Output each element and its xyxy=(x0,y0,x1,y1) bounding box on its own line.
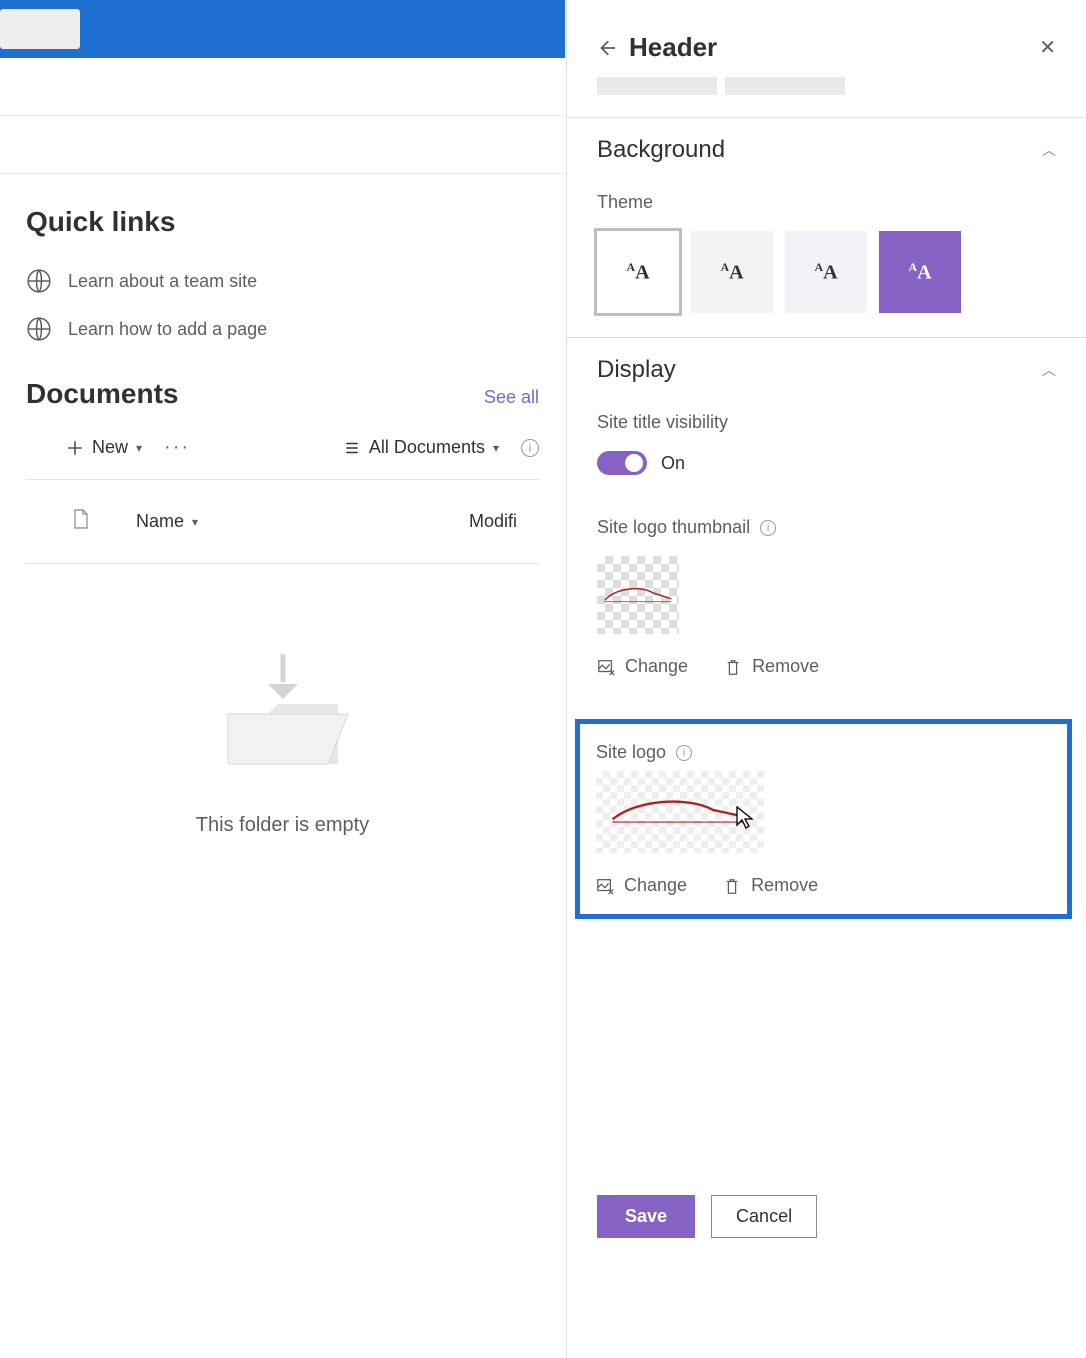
plus-icon xyxy=(66,439,84,457)
list-icon xyxy=(343,439,361,457)
car-logo-icon xyxy=(601,584,675,606)
theme-grid: AA AA AA AA xyxy=(597,231,1056,313)
quick-link-label: Learn how to add a page xyxy=(68,319,267,340)
tab-placeholder xyxy=(597,77,717,95)
theme-label: Theme xyxy=(597,192,1056,213)
display-title: Display xyxy=(597,356,676,384)
car-logo-icon xyxy=(605,793,755,831)
empty-folder-icon xyxy=(208,654,358,784)
theme-option-2[interactable]: AA xyxy=(691,231,773,313)
quick-link-item[interactable]: Learn how to add a page xyxy=(26,316,539,342)
topbar xyxy=(0,0,565,58)
save-button[interactable]: Save xyxy=(597,1195,695,1238)
modified-column[interactable]: Modifi xyxy=(469,511,539,532)
chevron-down-icon: ▾ xyxy=(136,441,142,455)
theme-glyph: AA xyxy=(720,260,743,285)
panel-title: Header xyxy=(629,32,1025,63)
view-label: All Documents xyxy=(369,437,485,458)
theme-glyph: AA xyxy=(626,260,649,285)
globe-icon xyxy=(26,268,52,294)
view-selector[interactable]: All Documents ▾ xyxy=(343,437,499,458)
theme-glyph: AA xyxy=(814,260,837,285)
change-label: Change xyxy=(624,875,687,896)
theme-option-3[interactable]: AA xyxy=(785,231,867,313)
info-icon[interactable]: i xyxy=(521,439,539,457)
logo-thumbnail-preview xyxy=(597,556,679,634)
site-logo-label: Site logo xyxy=(596,742,666,763)
logo-preview xyxy=(596,771,764,853)
close-icon[interactable]: ✕ xyxy=(1039,35,1056,60)
name-label: Name xyxy=(136,511,184,532)
theme-glyph: AA xyxy=(908,260,931,285)
documents-title: Documents xyxy=(26,378,178,410)
more-button[interactable]: ··· xyxy=(164,436,190,459)
topbar-search-box[interactable] xyxy=(0,9,80,49)
image-edit-icon xyxy=(597,658,615,676)
file-type-column[interactable] xyxy=(26,508,136,535)
subheader-bar xyxy=(0,58,565,116)
background-section-header[interactable]: Background ︿ xyxy=(597,136,1056,164)
chevron-down-icon: ▾ xyxy=(493,441,499,455)
file-icon xyxy=(72,508,90,530)
back-icon[interactable] xyxy=(597,39,615,57)
remove-logo-button[interactable]: Remove xyxy=(723,875,818,896)
site-title-toggle[interactable] xyxy=(597,451,647,475)
site-logo-highlight: Site logo i Change Remove xyxy=(575,719,1072,919)
remove-label: Remove xyxy=(752,656,819,677)
toggle-state-label: On xyxy=(661,453,685,474)
remove-thumbnail-button[interactable]: Remove xyxy=(724,656,819,677)
empty-folder-state: This folder is empty xyxy=(26,564,539,837)
info-icon[interactable]: i xyxy=(760,520,776,536)
trash-icon xyxy=(723,877,741,895)
new-button[interactable]: New ▾ xyxy=(66,437,142,458)
chevron-up-icon: ︿ xyxy=(1042,140,1056,160)
quick-links-title: Quick links xyxy=(26,206,539,238)
remove-label: Remove xyxy=(751,875,818,896)
theme-option-4[interactable]: AA xyxy=(879,231,961,313)
tab-placeholder xyxy=(725,77,845,95)
change-label: Change xyxy=(625,656,688,677)
header-settings-panel: Header ✕ Background ︿ Theme AA AA AA AA … xyxy=(566,0,1086,1358)
chevron-down-icon: ▾ xyxy=(192,515,198,529)
documents-toolbar: New ▾ ··· All Documents ▾ i xyxy=(26,436,539,480)
site-title-vis-label: Site title visibility xyxy=(597,412,1056,433)
empty-text: This folder is empty xyxy=(196,814,369,837)
chevron-up-icon: ︿ xyxy=(1042,360,1056,380)
change-thumbnail-button[interactable]: Change xyxy=(597,656,688,677)
nav-bar xyxy=(0,116,565,174)
tabs-placeholder xyxy=(567,63,1086,117)
info-icon[interactable]: i xyxy=(676,745,692,761)
globe-icon xyxy=(26,316,52,342)
change-logo-button[interactable]: Change xyxy=(596,875,687,896)
site-logo-thumb-label: Site logo thumbnail xyxy=(597,517,750,538)
theme-option-1[interactable]: AA xyxy=(597,231,679,313)
background-title: Background xyxy=(597,136,725,164)
column-header-row: Name ▾ Modifi xyxy=(26,480,539,564)
image-edit-icon xyxy=(596,877,614,895)
quick-link-item[interactable]: Learn about a team site xyxy=(26,268,539,294)
cancel-button[interactable]: Cancel xyxy=(711,1195,817,1238)
name-column[interactable]: Name ▾ xyxy=(136,511,469,532)
new-label: New xyxy=(92,437,128,458)
see-all-link[interactable]: See all xyxy=(484,387,539,408)
trash-icon xyxy=(724,658,742,676)
display-section-header[interactable]: Display ︿ xyxy=(597,356,1056,384)
quick-link-label: Learn about a team site xyxy=(68,271,257,292)
